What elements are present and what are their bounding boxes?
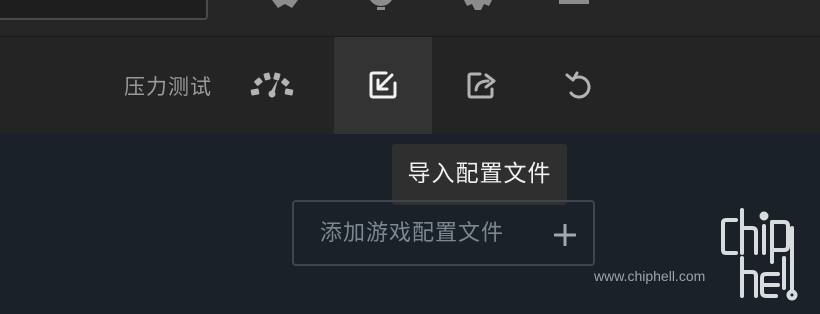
profile-dropdown[interactable] bbox=[0, 0, 208, 20]
import-tooltip: 导入配置文件 bbox=[392, 144, 567, 205]
import-profile-button[interactable] bbox=[334, 37, 432, 134]
plus-icon bbox=[554, 224, 576, 246]
speedometer-icon bbox=[250, 72, 294, 98]
toolbar: 压力测试 bbox=[0, 37, 820, 134]
lightbulb-icon[interactable] bbox=[366, 0, 396, 12]
import-icon bbox=[369, 71, 397, 99]
reset-button[interactable] bbox=[530, 37, 628, 134]
stress-test-button[interactable] bbox=[236, 37, 334, 134]
monitor-icon[interactable] bbox=[558, 0, 590, 10]
chiphell-logo-icon bbox=[721, 208, 798, 301]
add-game-profile-label: 添加游戏配置文件 bbox=[320, 221, 505, 246]
top-strip bbox=[0, 0, 820, 37]
stress-test-label: 压力测试 bbox=[124, 75, 212, 99]
watermark-url: www.chiphell.com bbox=[594, 268, 706, 284]
gear-icon[interactable] bbox=[462, 0, 494, 12]
star-icon[interactable] bbox=[270, 0, 300, 10]
export-icon bbox=[467, 72, 496, 99]
undo-icon bbox=[565, 71, 591, 99]
add-game-profile-button[interactable]: 添加游戏配置文件 bbox=[292, 200, 595, 266]
export-profile-button[interactable] bbox=[432, 37, 530, 134]
